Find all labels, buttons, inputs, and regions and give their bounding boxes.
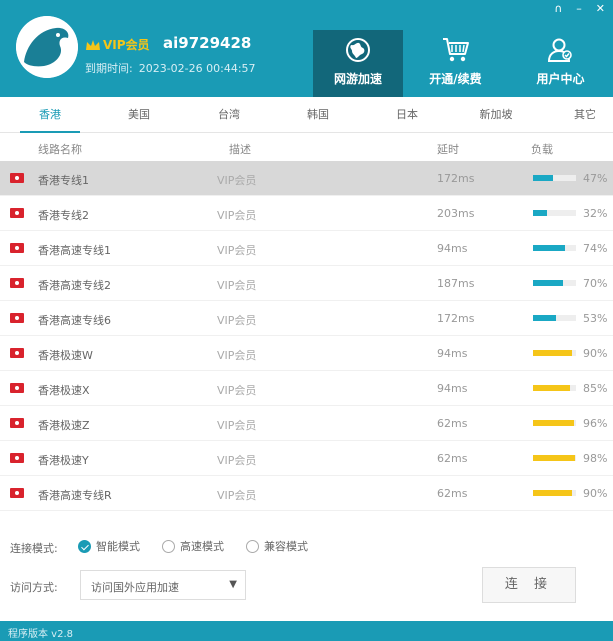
load-bar <box>533 280 576 286</box>
hongkong-flag-icon <box>10 453 24 463</box>
table-row[interactable]: 香港极速W VIP会员 94ms 90% <box>0 336 613 371</box>
radio-circle <box>78 539 91 553</box>
load-percent: 98% <box>583 452 608 465</box>
access-method-value: 访问国外应用加速 <box>91 581 179 594</box>
col-desc: 描述 <box>229 143 251 156</box>
hongkong-flag-icon <box>10 383 24 393</box>
region-tabs: 香港 美国 台湾 韩国 日本 新加坡 其它 <box>0 97 613 133</box>
window-controls: ∩ – ✕ <box>554 2 605 15</box>
globe-icon <box>346 38 370 62</box>
version-text: 程序版本 v2.8 <box>8 629 73 640</box>
avatar[interactable] <box>16 16 78 78</box>
radio-fast-mode[interactable]: 高速模式 <box>162 538 224 554</box>
load-bar <box>533 455 576 461</box>
nav-game-accel[interactable]: 网游加速 <box>313 30 403 97</box>
radio-smart-mode[interactable]: 智能模式 <box>78 538 140 554</box>
load-bar <box>533 385 576 391</box>
minimize-icon[interactable]: – <box>576 2 582 15</box>
load-bar <box>533 420 576 426</box>
table-row[interactable]: 香港极速Z VIP会员 62ms 96% <box>0 406 613 441</box>
table-header: 线路名称 描述 延时 负载 <box>0 133 613 161</box>
tab-taiwan[interactable]: 台湾 <box>194 97 264 133</box>
col-load: 负载 <box>531 143 553 156</box>
hongkong-flag-icon <box>10 313 24 323</box>
tab-korea[interactable]: 韩国 <box>283 97 353 133</box>
load-percent: 85% <box>583 382 608 395</box>
load-bar <box>533 490 576 496</box>
load-percent: 47% <box>583 172 608 185</box>
mode-label: 连接模式: <box>10 542 58 555</box>
expire-info: 到期时间: 2023-02-26 00:44:57 <box>85 60 262 76</box>
vip-label: VIP会员 <box>103 38 150 52</box>
expire-label: 到期时间: <box>85 62 133 75</box>
table-row[interactable]: 香港专线2 VIP会员 203ms 32% <box>0 196 613 231</box>
load-percent: 74% <box>583 242 608 255</box>
table-row[interactable]: 香港高速专线6 VIP会员 172ms 53% <box>0 301 613 336</box>
col-latency: 延时 <box>437 143 459 156</box>
hongkong-flag-icon <box>10 418 24 428</box>
table-row[interactable]: 香港极速Y VIP会员 62ms 98% <box>0 441 613 476</box>
close-icon[interactable]: ✕ <box>596 2 605 15</box>
connect-button[interactable]: 连 接 <box>482 567 576 603</box>
load-percent: 32% <box>583 207 608 220</box>
cart-icon <box>442 38 469 62</box>
load-bar <box>533 315 576 321</box>
table-row[interactable]: 香港高速专线1 VIP会员 94ms 74% <box>0 231 613 266</box>
table-row[interactable]: 香港专线1 VIP会员 172ms 47% <box>0 161 613 196</box>
table-row[interactable]: 香港极速X VIP会员 94ms 85% <box>0 371 613 406</box>
load-bar <box>533 175 576 181</box>
radio-compat-mode[interactable]: 兼容模式 <box>246 538 308 554</box>
access-method-select[interactable]: 访问国外应用加速 ▼ <box>80 570 246 600</box>
hongkong-flag-icon <box>10 278 24 288</box>
hongkong-flag-icon <box>10 208 24 218</box>
table-row[interactable]: 香港高速专线2 VIP会员 187ms 70% <box>0 266 613 301</box>
hongkong-flag-icon <box>10 173 24 183</box>
load-percent: 53% <box>583 312 608 325</box>
load-percent: 70% <box>583 277 608 290</box>
load-percent: 96% <box>583 417 608 430</box>
access-label: 访问方式: <box>10 581 58 594</box>
tab-usa[interactable]: 美国 <box>104 97 174 133</box>
nav-label: 网游加速 <box>333 72 382 86</box>
nav-user-center[interactable]: 用户中心 <box>508 30 613 97</box>
table-row[interactable]: 香港高速专线R VIP会员 62ms 90% <box>0 476 613 511</box>
hongkong-flag-icon <box>10 348 24 358</box>
hongkong-flag-icon <box>10 243 24 253</box>
expire-value: 2023-02-26 00:44:57 <box>138 62 256 75</box>
app-header: ∩ – ✕ VIP会员 ai9729428 到期时间: 2023-02-26 00… <box>0 0 613 97</box>
vip-badge: VIP会员 <box>85 36 150 53</box>
server-list: 香港专线1 VIP会员 172ms 47% 香港专线2 VIP会员 203ms … <box>0 161 613 511</box>
nav-label: 用户中心 <box>536 72 585 86</box>
tab-singapore[interactable]: 新加坡 <box>461 97 531 133</box>
user-icon <box>547 38 572 62</box>
tab-japan[interactable]: 日本 <box>372 97 442 133</box>
load-percent: 90% <box>583 487 608 500</box>
radio-circle <box>162 539 175 553</box>
load-percent: 90% <box>583 347 608 360</box>
tab-hongkong[interactable]: 香港 <box>15 97 85 133</box>
nav-recharge[interactable]: 开通/续费 <box>403 30 508 97</box>
load-bar <box>533 245 576 251</box>
col-name: 线路名称 <box>38 143 82 156</box>
headset-icon[interactable]: ∩ <box>554 2 562 15</box>
tab-other[interactable]: 其它 <box>550 97 613 133</box>
crown-icon <box>86 39 100 50</box>
status-bar: 程序版本 v2.8 <box>0 621 613 641</box>
hongkong-flag-icon <box>10 488 24 498</box>
radio-circle <box>246 539 259 553</box>
chevron-down-icon: ▼ <box>229 579 237 590</box>
username: ai9729428 <box>163 34 252 52</box>
nav-label: 开通/续费 <box>429 72 482 86</box>
load-bar <box>533 210 576 216</box>
load-bar <box>533 350 576 356</box>
